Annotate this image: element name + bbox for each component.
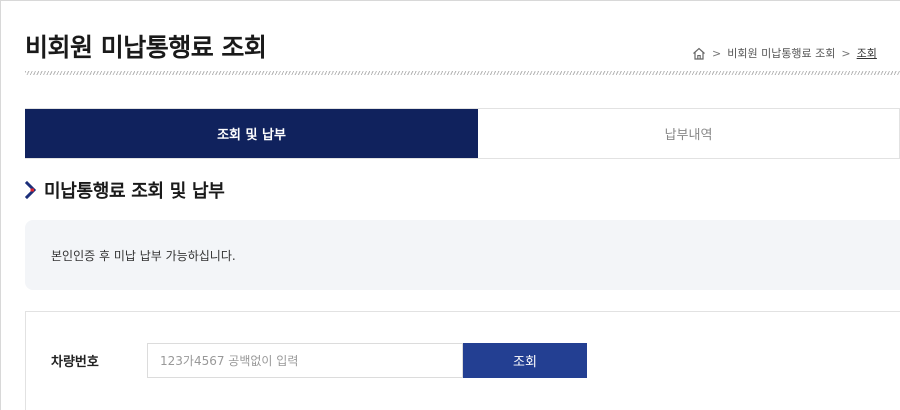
chevron-right-icon (25, 181, 37, 199)
notice-text: 본인인증 후 미납 납부 가능하십니다. (51, 248, 236, 263)
plate-number-label: 차량번호 (51, 355, 99, 370)
search-form: 차량번호 조회 (25, 311, 900, 410)
tab-bar: 조회 및 납부 납부내역 (25, 108, 900, 159)
breadcrumb: > 비회원 미납통행료 조회 > 조회 (692, 45, 900, 61)
home-icon[interactable] (692, 47, 706, 60)
title-divider (25, 71, 900, 75)
section-title: 미납통행료 조회 및 납부 (44, 181, 225, 202)
breadcrumb-separator-icon: > (712, 46, 722, 60)
tab-inquiry-payment[interactable]: 조회 및 납부 (25, 109, 478, 158)
plate-number-input[interactable] (147, 343, 463, 378)
breadcrumb-separator-icon: > (841, 46, 851, 60)
breadcrumb-item[interactable]: 비회원 미납통행료 조회 (727, 45, 835, 61)
breadcrumb-current[interactable]: 조회 (857, 45, 877, 61)
section-header: 미납통행료 조회 및 납부 (25, 177, 225, 203)
page-title: 비회원 미납통행료 조회 (25, 33, 267, 62)
search-button[interactable]: 조회 (463, 343, 587, 378)
tab-payment-history[interactable]: 납부내역 (478, 109, 899, 158)
notice-box: 본인인증 후 미납 납부 가능하십니다. (25, 220, 900, 290)
